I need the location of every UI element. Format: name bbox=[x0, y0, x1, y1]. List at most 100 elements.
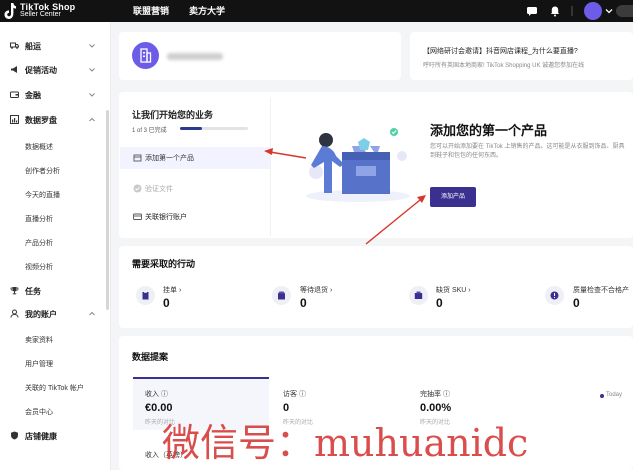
sidebar-item-label: 数据罗盘 bbox=[25, 116, 57, 125]
sidebar-item-label: 船运 bbox=[25, 42, 41, 51]
trophy-icon bbox=[10, 287, 19, 295]
action-pending-orders[interactable]: 挂单 › bbox=[163, 285, 181, 295]
sidebar: 船运 促销活动 金融 数据罗盘 数据概述 创作者分析 今天的直播 直播分析 产品… bbox=[0, 22, 111, 470]
divider-icon bbox=[571, 6, 573, 16]
sidebar-sub-creator-analysis[interactable]: 创作者分析 bbox=[25, 166, 60, 176]
sidebar-sub-live-analysis[interactable]: 直播分析 bbox=[25, 214, 53, 224]
metric-visitors-value: 0 bbox=[283, 402, 290, 414]
chevron-down-icon bbox=[89, 93, 95, 97]
tiktok-logo-icon bbox=[4, 3, 16, 19]
bell-icon[interactable] bbox=[549, 5, 561, 17]
action-awaiting-returns[interactable]: 等待退货 › bbox=[300, 285, 332, 295]
metric-revenue-label: 收入 ⓘ bbox=[145, 391, 168, 398]
check-circle-icon bbox=[133, 184, 142, 193]
sidebar-sub-seller-profile[interactable]: 卖家资料 bbox=[25, 335, 53, 345]
pending-orders-icon-wrap bbox=[136, 286, 155, 305]
legend-today: Today bbox=[606, 392, 623, 398]
chart-icon bbox=[10, 115, 19, 124]
action-awaiting-returns-value: 0 bbox=[300, 296, 307, 310]
step-label: 添加第一个产品 bbox=[145, 155, 194, 162]
onboarding-progress-fill bbox=[180, 127, 203, 130]
quality-check-icon bbox=[550, 291, 559, 300]
sidebar-item-label: 金融 bbox=[25, 91, 41, 100]
sidebar-sub-product-analysis[interactable]: 产品分析 bbox=[25, 238, 53, 248]
metric-revenue-value: €0.00 bbox=[145, 402, 173, 414]
chevron-down-icon[interactable] bbox=[604, 6, 614, 16]
building-icon bbox=[140, 48, 152, 63]
metric-conversion-compare: 昨天的对比 bbox=[420, 420, 451, 426]
megaphone-icon bbox=[11, 66, 17, 73]
user-avatar[interactable] bbox=[584, 2, 602, 20]
announcement-body: 呼吁所有英国本地商家! TikTok Shopping UK 诚邀您参加在线 bbox=[423, 63, 585, 69]
metric-conversion-value: 0.00% bbox=[420, 402, 452, 414]
wallet-icon bbox=[10, 91, 19, 98]
metric-visitors-compare: 昨天的对比 bbox=[283, 420, 314, 426]
add-product-description: 您可以开始添加要在 TikTok 上销售的产品。这可能是从衣服到饰品、厨具到鞋子… bbox=[430, 144, 625, 159]
actions-title: 需要采取的行动 bbox=[132, 259, 196, 269]
metric-conversion-label[interactable]: 完抽率 ⓘ bbox=[420, 389, 450, 399]
sidebar-item-my-account[interactable]: 我的账户 bbox=[0, 306, 108, 322]
sidebar-sub-user-management[interactable]: 用户管理 bbox=[25, 359, 53, 369]
awaiting-returns-icon-wrap bbox=[272, 286, 291, 305]
sidebar-item-promotions[interactable]: 促销活动 bbox=[0, 62, 108, 78]
sidebar-sub-today-live[interactable]: 今天的直播 bbox=[25, 190, 60, 200]
sidebar-item-tasks[interactable]: 任务 bbox=[0, 283, 108, 299]
action-quality-check-failed-value: 0 bbox=[573, 296, 580, 310]
brand-subtitle: Seller Center bbox=[20, 11, 61, 18]
sidebar-item-finance[interactable]: 金融 bbox=[0, 87, 108, 103]
step-add-first-product[interactable]: 添加第一个产品 bbox=[120, 147, 270, 169]
sidebar-item-shop-health[interactable]: 店铺健康 bbox=[0, 428, 108, 444]
legend-today-marker bbox=[600, 394, 604, 398]
return-box-icon bbox=[278, 291, 285, 300]
sidebar-sub-video-analysis[interactable]: 视频分析 bbox=[25, 262, 53, 272]
top-bar: TikTok Shop Seller Center 联盟营销 卖方大学 bbox=[0, 0, 633, 22]
data-insights-title: 数据提案 bbox=[132, 352, 169, 362]
announcement-title[interactable]: 【网络研讨会邀请】抖音网店课程_为什么要直播? bbox=[423, 46, 578, 56]
sidebar-sub-linked-tiktok-accounts[interactable]: 关联的 TikTok 帐户 bbox=[25, 383, 84, 393]
nav-seller-university[interactable]: 卖方大学 bbox=[189, 4, 225, 17]
sidebar-item-label: 促销活动 bbox=[25, 66, 57, 75]
seller-box-illustration bbox=[306, 128, 410, 202]
sidebar-item-label: 任务 bbox=[25, 287, 41, 296]
step-label: 关联银行账户 bbox=[145, 214, 187, 221]
action-out-of-stock-sku-value: 0 bbox=[436, 296, 443, 310]
onboarding-progress-text: 1 of 3 已完成 bbox=[132, 128, 167, 134]
onboarding-progress-bar bbox=[180, 127, 248, 130]
nav-affiliate-marketing[interactable]: 联盟营销 bbox=[133, 4, 169, 17]
chevron-up-icon bbox=[89, 117, 95, 122]
step-label: 验证文件 bbox=[145, 186, 173, 193]
chevron-down-icon bbox=[89, 68, 95, 72]
tiktok-shop-logo[interactable]: TikTok Shop Seller Center bbox=[4, 2, 114, 20]
chevron-down-icon bbox=[89, 44, 95, 48]
sidebar-item-shipping[interactable]: 船运 bbox=[0, 38, 108, 54]
revenue-chart-label: 收入（英镑） bbox=[145, 452, 187, 459]
notification-toggle[interactable] bbox=[616, 5, 633, 17]
chevron-up-icon bbox=[89, 311, 95, 316]
onboarding-divider bbox=[270, 98, 271, 236]
sidebar-sub-membership-center[interactable]: 会员中心 bbox=[25, 407, 53, 417]
store-avatar[interactable] bbox=[132, 42, 159, 69]
sidebar-scrollbar[interactable] bbox=[106, 110, 109, 310]
action-pending-orders-value: 0 bbox=[163, 296, 170, 310]
sidebar-item-label: 店铺健康 bbox=[25, 432, 57, 441]
shield-icon bbox=[11, 431, 18, 440]
action-quality-check-failed[interactable]: 质量检查不合格产 bbox=[573, 285, 629, 295]
add-product-headline: 添加您的第一个产品 bbox=[430, 123, 548, 138]
metric-visitors-label[interactable]: 访客 ⓘ bbox=[283, 389, 306, 399]
message-icon[interactable] bbox=[526, 5, 538, 17]
user-icon bbox=[10, 309, 19, 318]
quality-check-icon-wrap bbox=[545, 286, 564, 305]
metric-revenue-compare: 昨天的对比 bbox=[145, 420, 176, 426]
announcement-card[interactable] bbox=[410, 32, 633, 80]
stock-icon bbox=[414, 291, 423, 299]
step-link-bank-account[interactable]: 关联银行账户 bbox=[120, 206, 270, 228]
sidebar-sub-data-overview[interactable]: 数据概述 bbox=[25, 142, 53, 152]
sidebar-item-data-compass[interactable]: 数据罗盘 bbox=[0, 112, 108, 128]
step-verify-documents[interactable]: 验证文件 bbox=[120, 178, 270, 200]
add-product-button[interactable]: 添加产品 bbox=[430, 187, 476, 207]
action-out-of-stock-sku[interactable]: 缺货 SKU › bbox=[436, 285, 471, 295]
onboarding-title: 让我们开始您的业务 bbox=[132, 110, 214, 120]
sidebar-item-label: 我的账户 bbox=[25, 310, 57, 319]
bank-card-icon bbox=[133, 213, 142, 220]
store-name-redacted bbox=[167, 53, 223, 60]
